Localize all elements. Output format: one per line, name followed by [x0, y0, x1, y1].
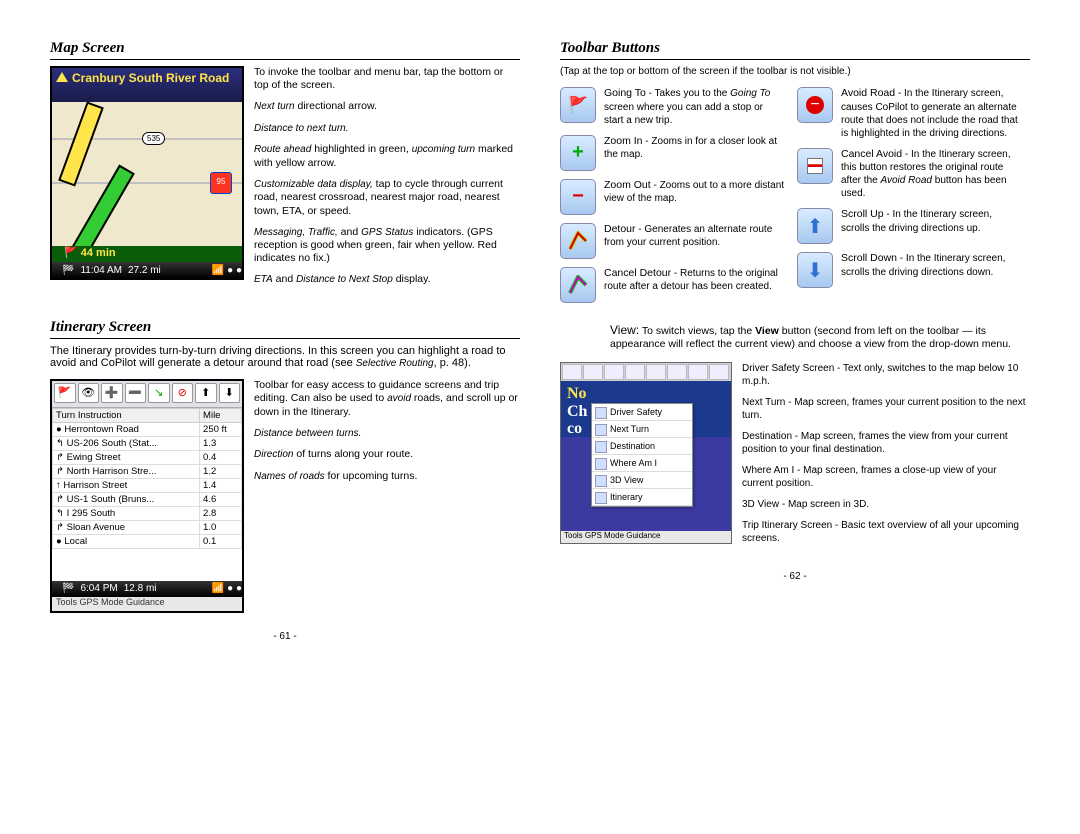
page-number-left: - 61 - [50, 631, 520, 642]
itinerary-status-bar: 🏁6:04 PM12.8 mi 📶 ● ● [52, 581, 242, 597]
scroll-down-icon: ⬇ [797, 252, 833, 288]
itinerary-menu: Tools GPS Mode Guidance [52, 597, 242, 611]
route-badge: 535 [142, 132, 165, 145]
toolbar-subnote: (Tap at the top or bottom of the screen … [560, 66, 1030, 77]
view-paragraph: View: To switch views, tap the View butt… [610, 323, 1030, 352]
view-dropdown: Driver Safety Next Turn Destination Wher… [591, 403, 693, 507]
map-notes: To invoke the toolbar and menu bar, tap … [254, 66, 520, 295]
cancel-detour-icon [560, 267, 596, 303]
itinerary-table: Turn InstructionMile ● Herrontown Road25… [52, 408, 242, 549]
map-screenshot: Cranbury South River Road 0.3mi 535 95 🚩… [50, 66, 244, 280]
detour-icon [560, 223, 596, 259]
itinerary-intro: The Itinerary provides turn-by-turn driv… [50, 345, 520, 369]
going-to-icon: 🚩 [560, 87, 596, 123]
view-screenshot: No Ch co Driver Safety Next Turn Destina… [560, 362, 732, 544]
scroll-up-icon: ⬆ [797, 208, 833, 244]
page-number-right: - 62 - [560, 571, 1030, 582]
itinerary-notes: Toolbar for easy access to guidance scre… [254, 379, 520, 613]
toolbar-grid: 🚩 Going To - Takes you to the Going To s… [560, 87, 1030, 311]
map-status-bar: 🏁 11:04 AM 27.2 mi 📶 ● ● [52, 262, 242, 278]
highway-shield: 95 [210, 172, 232, 194]
itinerary-screenshot: 🚩👁➕➖↘⊘⬆⬇ Turn InstructionMile ● Herronto… [50, 379, 244, 613]
itinerary-toolbar: 🚩👁➕➖↘⊘⬆⬇ [52, 381, 242, 408]
zoom-out-icon: − [560, 179, 596, 215]
zoom-in-icon: + [560, 135, 596, 171]
map-canvas: 535 95 [52, 102, 242, 262]
page-61: Map Screen Cranbury South River Road 0.3… [50, 40, 520, 642]
map-screen-heading: Map Screen [50, 40, 520, 60]
page-62: Toolbar Buttons (Tap at the top or botto… [560, 40, 1030, 642]
cancel-avoid-icon [797, 148, 833, 184]
toolbar-buttons-heading: Toolbar Buttons [560, 40, 1030, 60]
map-eta-bar: 🚩 44 min [52, 246, 242, 262]
map-road-banner: Cranbury South River Road [52, 68, 242, 102]
avoid-road-icon: − [797, 87, 833, 123]
itinerary-heading: Itinerary Screen [50, 319, 520, 339]
view-descriptions: Driver Safety Screen - Text only, switch… [742, 362, 1030, 553]
